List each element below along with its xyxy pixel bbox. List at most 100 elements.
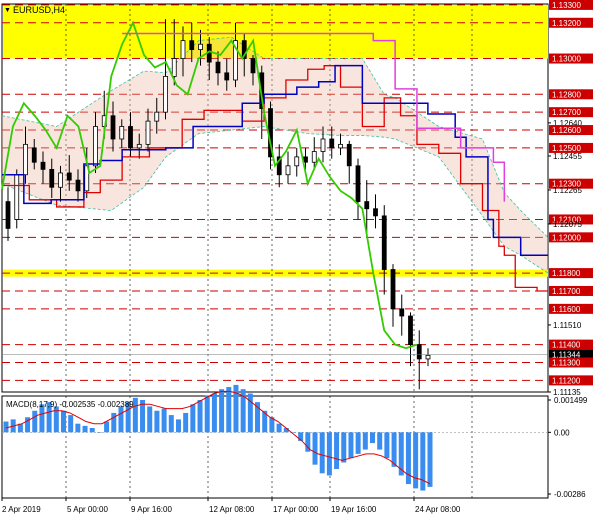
y-tick-label: 1.11600 [552,305,581,314]
macd-bar [204,395,210,433]
candle-body [250,58,256,74]
x-tick-label: 5 Apr 00:00 [67,505,108,514]
candle-body [198,43,203,50]
macd-bar [190,404,196,433]
macd-bar [276,423,282,433]
candle-body [224,72,230,81]
macd-y-tick-label: -0.00286 [554,490,586,499]
macd-bar [183,412,189,433]
y-tick-label: 1.11700 [552,287,581,296]
candle-body [399,308,405,317]
macd-bar [405,432,411,485]
macd-bar [60,410,66,433]
x-tick-label: 17 Apr 00:00 [273,505,319,514]
candle-body [294,156,300,167]
macd-bar [168,415,174,433]
candle-body [154,111,160,122]
macd-bar [32,410,38,433]
candle-body [66,172,72,181]
x-tick-label: 12 Apr 08:00 [209,505,255,514]
candle-body [31,147,37,163]
candle-body [171,58,177,77]
macd-bar [96,432,102,433]
macd-title: MACD(8,17,9) -0.002535 -0.002389 [6,400,134,409]
candle-body [373,208,378,217]
candle-body [215,61,221,74]
y-tick-label: 1.11400 [552,341,581,350]
candle-body [189,40,195,50]
candle-body [355,165,361,202]
candle-body [390,269,396,310]
y-tick-label: 1.13200 [552,19,581,28]
macd-bar [427,432,433,487]
candle-body [5,201,11,229]
macd-bar [147,406,153,433]
macd-bar [197,399,203,433]
macd-bar [211,393,217,433]
candle-body [381,215,387,270]
macd-y-tick-label: 0.00 [554,428,570,437]
macd-bar [370,432,376,444]
x-tick-label: 9 Apr 16:00 [131,505,172,514]
macd-bar [68,415,74,433]
candle-body [40,161,46,170]
candle-body [128,126,133,149]
candle-body [136,143,142,149]
candle-body [119,126,125,140]
macd-bar [104,421,110,433]
candle-body [408,315,413,346]
macd-y-tick-label: 0.001499 [554,396,588,405]
candle-body [311,151,317,163]
macd-bar [154,410,160,433]
candle-body [364,201,370,210]
y-tick-label: 1.13000 [552,55,581,64]
x-tick-label: 2 Apr 2019 [2,505,41,514]
macd-bar [377,432,383,450]
chart-title: EURUSD,H4 [13,5,65,15]
x-tick-label: 19 Apr 16:00 [331,505,377,514]
candle-body [416,344,422,360]
y-tick-label: 1.12455 [553,152,582,161]
macd-bar [319,432,325,474]
candle-body [145,120,151,145]
y-tick-label: 1.11510 [553,321,582,330]
candle-body [93,126,98,167]
chart: ▼ EURUSD,H4 1.13300 1.13200 1.13000 1.12800 1.… [0,0,595,521]
candle-body [58,172,63,188]
macd-bar [118,406,124,433]
y-tick-label: 1.12600 [552,126,581,135]
candle-body [338,143,343,149]
macd-bar [89,428,95,433]
macd-bar [362,432,368,450]
candle-body [23,143,28,176]
y-tick-label: 1.12000 [552,233,581,242]
macd-bar [384,432,390,459]
candle-body [346,143,352,167]
macd-bar [420,432,426,491]
candle-body [75,179,81,192]
macd-bar [312,432,318,465]
macd-bar [175,419,181,433]
x-tick-label: 24 Apr 08:00 [415,505,461,514]
highlight-zone [3,4,548,59]
y-tick-label: 1.12265 [553,186,582,195]
macd-bar [348,432,354,459]
candle-body [285,165,291,176]
macd-bar [226,387,232,433]
macd-bar [219,389,225,433]
y-tick-label: 1.12800 [552,90,581,99]
title-marker-icon: ▼ [4,7,11,14]
macd-bar [334,432,340,469]
macd-bar [413,432,419,489]
candle [14,169,20,229]
macd-bar [161,408,167,433]
y-tick-label: 1.12075 [553,220,582,229]
y-tick-label: 1.11800 [552,269,581,278]
candle-body [425,354,431,360]
candle-body [320,138,326,152]
candle-body [329,138,335,149]
macd-bar [82,425,88,433]
macd-bar [326,432,332,476]
y-tick-label: 1.13300 [552,1,581,10]
macd-bar [75,423,81,433]
